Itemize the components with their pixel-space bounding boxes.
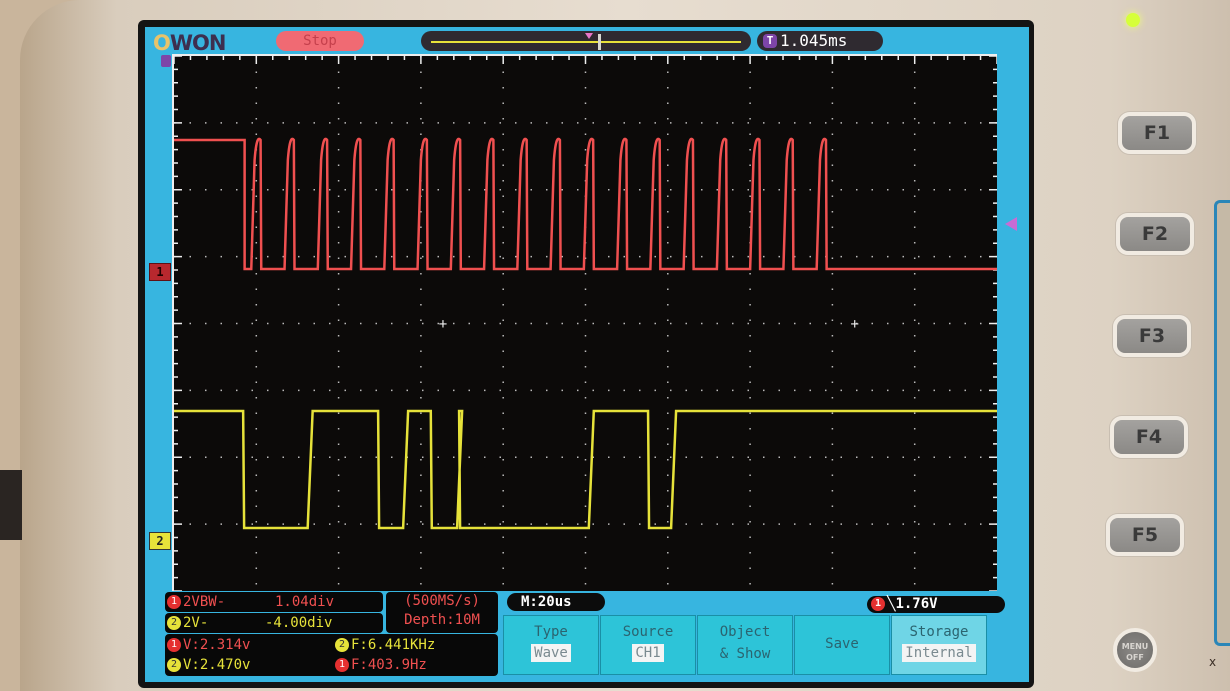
- menu-type-button[interactable]: Type Wave: [503, 615, 599, 675]
- trigger-level-marker-icon[interactable]: [1005, 217, 1017, 231]
- screen: OWON Stop T 1.045ms 1 2 + + 1 2VBW- 1.04div…: [145, 27, 1029, 682]
- menu-save-button[interactable]: Save: [794, 615, 890, 675]
- ch2-voltage: V:2.470v: [183, 657, 251, 673]
- ch1-waveform: [174, 137, 997, 271]
- ch2-frequency: F:6.441KHz: [351, 637, 436, 653]
- run-state-badge: Stop: [276, 31, 364, 51]
- menu-source-button[interactable]: Source CH1: [600, 615, 696, 675]
- ch2-scale-value: -4.00div: [265, 615, 333, 631]
- trigger-point-icon: [585, 33, 593, 39]
- trigger-readout: 1 ╲1.76V: [867, 596, 1005, 613]
- center-cross: +: [439, 317, 447, 333]
- ch1-dot-icon: 1: [167, 595, 181, 609]
- memory-depth: Depth:10M: [404, 612, 480, 628]
- menu-off-button[interactable]: MENU OFF: [1113, 628, 1157, 672]
- ch1-scale-value: 1.04div: [275, 594, 335, 610]
- trigger-time-marker-icon: [161, 55, 171, 67]
- ch2-level-marker[interactable]: 2: [149, 532, 171, 550]
- ch2-dot-icon: 2: [167, 658, 181, 672]
- waveform-svg: + +: [174, 56, 997, 591]
- f4-button[interactable]: F4: [1110, 416, 1188, 458]
- corner-mark: x: [1209, 655, 1217, 669]
- ch2-dot-icon: 2: [167, 616, 181, 630]
- trigger-position-readout: T 1.045ms: [757, 31, 883, 51]
- ch1-scale-readout: 1 2VBW- 1.04div: [165, 592, 383, 612]
- f3-button[interactable]: F3: [1113, 315, 1191, 357]
- timebase-readout: M:20us: [507, 593, 605, 611]
- acquisition-readout: (500MS/s) Depth:10M: [386, 592, 498, 633]
- trigger-source-dot-icon: 1: [871, 597, 885, 611]
- ch1-dot-icon: 1: [167, 638, 181, 652]
- menu-object-show-button[interactable]: Object & Show: [697, 615, 793, 675]
- view-window-marker: [598, 34, 601, 50]
- trigger-position-value: 1.045ms: [780, 31, 848, 50]
- measurement-readout: 1 V:2.314v 2 F:6.441KHz 2 V:2.470v 1 F:403.9…: [165, 634, 498, 676]
- f2-button[interactable]: F2: [1116, 213, 1194, 255]
- ch1-frequency: F:403.9Hz: [351, 657, 427, 673]
- ch1-voltage: V:2.314v: [183, 637, 251, 653]
- trigger-level: 1.76V: [895, 596, 938, 612]
- power-led: [1126, 13, 1140, 27]
- memory-line: [431, 41, 741, 43]
- ch1-level-marker[interactable]: 1: [149, 263, 171, 281]
- menu-storage-button[interactable]: Storage Internal: [891, 615, 987, 675]
- side-panel: [1214, 200, 1230, 646]
- cable: [0, 470, 22, 540]
- sample-rate: (500MS/s): [404, 593, 480, 609]
- top-status-bar: OWON Stop T 1.045ms: [145, 27, 1029, 55]
- ch1-dot-icon: 1: [335, 658, 349, 672]
- brand-logo: OWON: [153, 31, 226, 55]
- memory-position-bar: [421, 31, 751, 51]
- center-cross: +: [851, 317, 859, 333]
- waveform-display: + +: [172, 54, 997, 591]
- f5-button[interactable]: F5: [1106, 514, 1184, 556]
- trigger-t-icon: T: [763, 34, 777, 48]
- ch2-dot-icon: 2: [335, 638, 349, 652]
- f1-button[interactable]: F1: [1118, 112, 1196, 154]
- ch2-scale-readout: 2 2V- -4.00div: [165, 613, 383, 633]
